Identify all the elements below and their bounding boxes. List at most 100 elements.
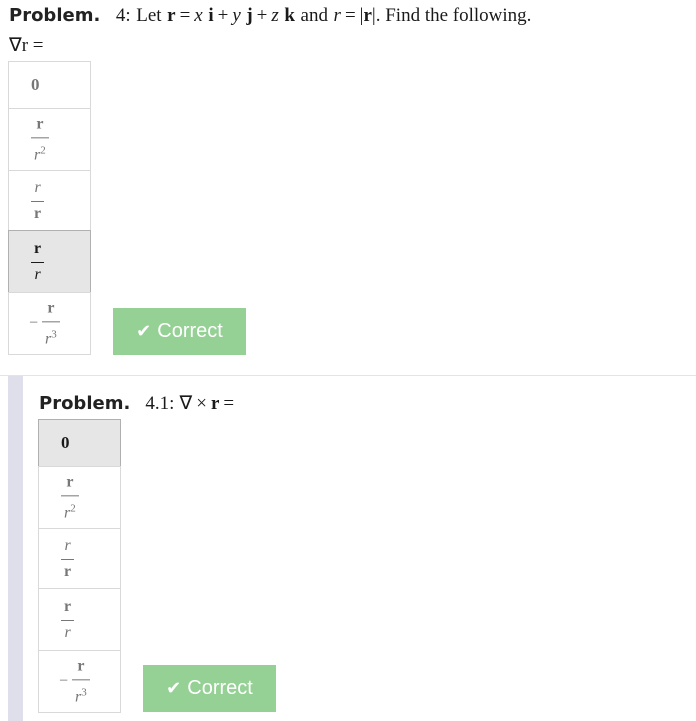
fraction-bar	[31, 136, 49, 138]
math-equals: =	[344, 5, 356, 26]
correct-label: Correct	[157, 320, 223, 342]
fraction-bar	[61, 619, 75, 621]
correct-status-button[interactable]: ✔ Correct	[113, 308, 246, 355]
problem-number: 4	[115, 5, 126, 26]
denominator: r	[31, 205, 44, 223]
choice-option[interactable]: 0	[8, 61, 91, 109]
choice-option[interactable]: rr	[38, 528, 121, 589]
numerator: r	[64, 536, 71, 554]
denominator: r3	[42, 325, 60, 348]
math-z: z	[271, 5, 279, 26]
numerator: r	[66, 472, 74, 490]
numerator: r	[34, 239, 42, 257]
math-j: j	[246, 5, 253, 26]
choice-expression: − r r3	[29, 299, 60, 348]
statement-and: and	[300, 5, 328, 26]
subproblem-indent-bar	[8, 376, 23, 721]
choice-option[interactable]: 0	[38, 419, 121, 467]
problem-4-statement: Problem. 4: Let r = x i + y j + z k and r = |r|.…	[9, 4, 531, 28]
numerator: r	[64, 597, 72, 615]
choice-option[interactable]: rr	[8, 170, 91, 231]
math-plus: +	[217, 5, 229, 26]
fraction: rr	[61, 536, 75, 581]
choice-expression: 0	[31, 75, 40, 95]
statement-suffix: . Find the following.	[375, 5, 532, 26]
correct-label: Correct	[187, 677, 253, 699]
minus-sign: −	[59, 672, 69, 690]
minus-sign: −	[29, 314, 39, 332]
numerator: r	[77, 656, 85, 674]
divider	[0, 375, 696, 376]
correct-status-button[interactable]: ✔ Correct	[143, 665, 276, 712]
problem-number: 4.1	[145, 393, 170, 414]
choice-expression: rr	[61, 597, 75, 642]
denominator-base: r	[34, 204, 42, 222]
exponent: 3	[51, 327, 57, 340]
problem-4-question: ∇r =	[9, 35, 44, 56]
fraction: rr	[31, 178, 45, 223]
check-icon: ✔	[136, 321, 152, 341]
fraction-bar	[72, 678, 90, 680]
problem-4-1-statement: Problem. 4.1: ∇ × r =	[39, 392, 238, 416]
denominator: r	[61, 624, 73, 642]
denominator-base: r	[34, 265, 41, 283]
colon: :	[169, 393, 175, 414]
fraction-bar	[31, 261, 45, 263]
math-equals: =	[223, 393, 235, 414]
fraction: r r2	[31, 115, 49, 164]
problem-label: Problem.	[39, 393, 131, 414]
exponent: 2	[70, 501, 76, 514]
check-icon: ✔	[166, 678, 182, 698]
math-plus: +	[256, 5, 268, 26]
zero-vector: 0	[31, 75, 40, 94]
choice-option[interactable]: − r r3	[8, 292, 91, 355]
choice-option[interactable]: r r2	[8, 108, 91, 171]
math-nabla: ∇	[179, 393, 193, 414]
choice-option[interactable]: rr	[38, 588, 121, 651]
exponent: 3	[81, 685, 87, 698]
math-y: y	[232, 5, 241, 26]
problem-label: Problem.	[9, 5, 101, 26]
choice-expression: rr	[31, 239, 45, 284]
choice-option[interactable]: − r r3	[38, 650, 121, 713]
denominator-base: r	[64, 623, 71, 641]
math-r-bold: r	[167, 5, 176, 26]
choice-expression: rr	[31, 178, 45, 223]
math-r-bold: r	[210, 393, 220, 414]
fraction-bar	[42, 320, 60, 322]
numerator: r	[47, 298, 55, 316]
exponent: 2	[40, 143, 46, 156]
numerator: r	[36, 114, 44, 132]
math-times: ×	[196, 393, 207, 414]
fraction: r r3	[72, 657, 90, 706]
colon: :	[125, 5, 131, 26]
math-i: i	[208, 5, 214, 26]
fraction: rr	[61, 597, 75, 642]
denominator: r2	[61, 499, 79, 522]
choice-expression: r r2	[31, 115, 49, 164]
fraction: r r3	[42, 299, 60, 348]
statement-prefix: Let	[136, 5, 162, 26]
math-k: k	[284, 5, 295, 26]
math-x: x	[194, 5, 203, 26]
choice-option[interactable]: r r2	[38, 466, 121, 529]
math-equals: =	[179, 5, 191, 26]
fraction-bar	[61, 558, 75, 560]
fraction: rr	[31, 239, 45, 284]
choice-expression: 0	[61, 433, 70, 453]
denominator: r3	[72, 683, 90, 706]
math-r-bold: r	[363, 5, 372, 26]
zero-vector: 0	[61, 433, 70, 452]
denominator: r	[61, 563, 74, 581]
choice-option[interactable]: rr	[8, 230, 91, 293]
denominator: r	[31, 266, 43, 284]
choice-expression: − r r3	[59, 657, 90, 706]
numerator: r	[34, 178, 41, 196]
fraction-bar	[31, 200, 45, 202]
fraction-bar	[61, 494, 79, 496]
fraction: r r2	[61, 473, 79, 522]
denominator: r2	[31, 141, 49, 164]
choice-expression: rr	[61, 536, 75, 581]
choice-expression: r r2	[61, 473, 79, 522]
denominator-base: r	[64, 562, 72, 580]
